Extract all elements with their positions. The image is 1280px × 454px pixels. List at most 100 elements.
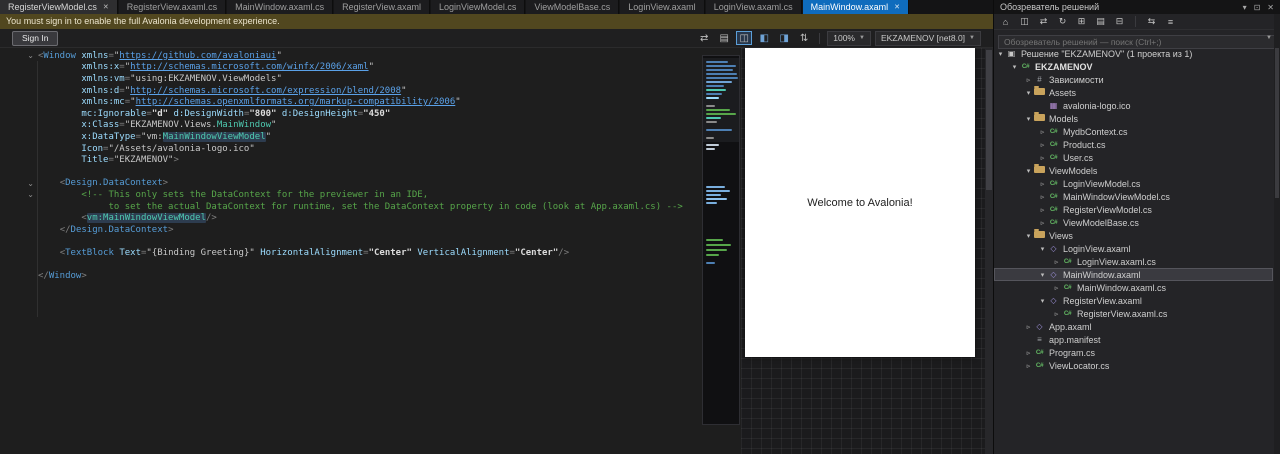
close-icon[interactable]: ✕ (1267, 3, 1274, 12)
tab-loginviewmodel-cs[interactable]: LoginViewModel.cs (431, 0, 526, 14)
document-view-icon[interactable]: ▤ (716, 31, 732, 45)
tab-mainwindow-axaml[interactable]: MainWindow.axaml ✕ (802, 0, 909, 14)
sync-active-document-icon[interactable]: ⇆ (1145, 16, 1158, 27)
code-line[interactable]: xmlns:d="http://schemas.microsoft.com/ex… (0, 85, 700, 97)
swap-panes-icon[interactable]: ⇅ (796, 31, 812, 45)
nest-files-icon[interactable]: ⊞ (1075, 16, 1088, 27)
expanded-arrow-icon[interactable]: ▾ (1038, 297, 1047, 305)
tree-item-ekzamenov[interactable]: ▾ C# EKZAMENOV (994, 60, 1273, 73)
tab-mainwindow-axaml-cs[interactable]: MainWindow.axaml.cs (227, 0, 334, 14)
show-all-files-icon[interactable]: ▤ (1094, 16, 1107, 27)
chevron-down-icon[interactable]: ▼ (1266, 35, 1272, 41)
tree-item-assets[interactable]: ▾ Assets (994, 86, 1273, 99)
collapsed-arrow-icon[interactable]: ▹ (1038, 128, 1047, 136)
fold-arrow-icon[interactable]: ⌄ (0, 51, 38, 60)
code-line[interactable] (0, 166, 700, 178)
expanded-arrow-icon[interactable]: ▾ (1024, 89, 1033, 97)
code-line[interactable] (0, 236, 700, 248)
tree-item-views[interactable]: ▾ Views (994, 229, 1273, 242)
chevron-down-icon[interactable]: ▾ (1243, 3, 1247, 12)
xaml-pane-icon[interactable]: ◨ (776, 31, 792, 45)
collapsed-arrow-icon[interactable]: ▹ (1052, 310, 1061, 318)
collapsed-arrow-icon[interactable]: ▹ (1024, 323, 1033, 331)
code-line[interactable]: Title="EKZAMENOV"> (0, 154, 700, 166)
editor-scrollbar-thumb[interactable] (986, 50, 992, 190)
fold-arrow-icon[interactable]: ⌄ (0, 190, 38, 199)
code-line[interactable]: ⌄ <!-- This only sets the DataContext fo… (0, 189, 700, 201)
panel-scrollbar-thumb[interactable] (1275, 48, 1279, 198)
expanded-arrow-icon[interactable]: ▾ (1024, 167, 1033, 175)
tab-viewmodelbase-cs[interactable]: ViewModelBase.cs (526, 0, 620, 14)
tree-item-loginview-axaml[interactable]: ▾ ◇ LoginView.axaml (994, 242, 1273, 255)
minimap[interactable] (702, 55, 740, 425)
tree-item-mainwindow-axaml-cs[interactable]: ▹ C# MainWindow.axaml.cs (994, 281, 1273, 294)
home-icon[interactable]: ⌂ (999, 17, 1012, 27)
tree-item-registerview-axaml[interactable]: ▾ ◇ RegisterView.axaml (994, 294, 1273, 307)
refresh-icon[interactable]: ↻ (1056, 16, 1069, 27)
code-line[interactable]: x:DataType="vm:MainWindowViewModel" (0, 131, 700, 143)
collapsed-arrow-icon[interactable]: ▹ (1024, 362, 1033, 370)
code-line[interactable]: to set the actual DataContext for runtim… (0, 201, 700, 213)
compare-icon[interactable]: ⇄ (696, 31, 712, 45)
panel-scrollbar[interactable] (1274, 14, 1280, 454)
sync-selection-icon[interactable]: ⇄ (1037, 16, 1050, 27)
tab-loginview-axaml-cs[interactable]: LoginView.axaml.cs (705, 0, 802, 14)
code-line[interactable]: xmlns:mc="http://schemas.openxmlformats.… (0, 96, 700, 108)
preview-window[interactable]: Welcome to Avalonia! (745, 48, 975, 357)
collapse-all-icon[interactable]: ⊟ (1113, 16, 1126, 27)
tree-item-viewmodels[interactable]: ▾ ViewModels (994, 164, 1273, 177)
editor-scrollbar[interactable] (985, 48, 993, 454)
expanded-arrow-icon[interactable]: ▾ (1010, 63, 1019, 71)
code-editor[interactable]: ⌄ <Window xmlns="https://github.com/avalo… (0, 48, 700, 454)
fold-arrow-icon[interactable]: ⌄ (0, 179, 38, 188)
tree-item-app-manifest[interactable]: ≡ app.manifest (994, 333, 1273, 346)
collapsed-arrow-icon[interactable]: ▹ (1038, 154, 1047, 162)
tab-loginview-axaml[interactable]: LoginView.axaml (620, 0, 705, 14)
code-line[interactable]: ⌄ <Window xmlns="https://github.com/avalo… (0, 50, 700, 62)
tree-item-app-axaml[interactable]: ▹ ◇ App.axaml (994, 320, 1273, 333)
expanded-arrow-icon[interactable]: ▾ (1024, 232, 1033, 240)
code-line[interactable]: xmlns:x="http://schemas.microsoft.com/wi… (0, 62, 700, 74)
tree-item-viewmodelbase-cs[interactable]: ▹ C# ViewModelBase.cs (994, 216, 1273, 229)
code-line[interactable]: mc:Ignorable="d" d:DesignWidth="800" d:D… (0, 108, 700, 120)
sign-in-button[interactable]: Sign In (12, 30, 59, 46)
tree-item-registerviewmodel-cs[interactable]: ▹ C# RegisterViewModel.cs (994, 203, 1273, 216)
collapsed-arrow-icon[interactable]: ▹ (1038, 180, 1047, 188)
collapsed-arrow-icon[interactable]: ▹ (1038, 206, 1047, 214)
expanded-arrow-icon[interactable]: ▾ (1024, 115, 1033, 123)
dock-icon[interactable]: ⊡ (1254, 3, 1261, 12)
tree-item-loginviewmodel-cs[interactable]: ▹ C# LoginViewModel.cs (994, 177, 1273, 190)
code-line[interactable]: x:Class="EKZAMENOV.Views.MainWindow" (0, 120, 700, 132)
expanded-arrow-icon[interactable]: ▾ (1038, 245, 1047, 253)
tree-item-mydbcontext-cs[interactable]: ▹ C# MydbContext.cs (994, 125, 1273, 138)
tree-item-avalonia-logo-ico[interactable]: ▦ avalonia-logo.ico (994, 99, 1273, 112)
collapsed-arrow-icon[interactable]: ▹ (1038, 219, 1047, 227)
target-framework-dropdown[interactable]: EKZAMENOV [net8.0] ▼ (874, 30, 981, 46)
tab-close-icon[interactable]: ✕ (894, 3, 900, 11)
code-line[interactable]: </Design.DataContext> (0, 224, 700, 236)
tree-item-user-cs[interactable]: ▹ C# User.cs (994, 151, 1273, 164)
collapsed-arrow-icon[interactable]: ▹ (1038, 193, 1047, 201)
tree-item-product-cs[interactable]: ▹ C# Product.cs (994, 138, 1273, 151)
tab-registerviewmodel-cs[interactable]: RegisterViewModel.cs ✕ (0, 0, 118, 14)
tree-item-program-cs[interactable]: ▹ C# Program.cs (994, 346, 1273, 359)
tree-item-mainwindow-axaml[interactable]: ▾ ◇ MainWindow.axaml (994, 268, 1273, 281)
tree-item-loginview-axaml-cs[interactable]: ▹ C# LoginView.axaml.cs (994, 255, 1273, 268)
collapsed-arrow-icon[interactable]: ▹ (1024, 76, 1033, 84)
code-line[interactable]: <TextBlock Text="{Binding Greeting}" Hor… (0, 247, 700, 259)
zoom-dropdown[interactable]: 100% ▼ (827, 30, 871, 46)
tree-item-models[interactable]: ▾ Models (994, 112, 1273, 125)
switch-views-icon[interactable]: ◫ (1018, 16, 1031, 27)
code-line[interactable] (0, 259, 700, 271)
tree-item-registerview-axaml-cs[interactable]: ▹ C# RegisterView.axaml.cs (994, 307, 1273, 320)
code-line[interactable]: </Window> (0, 270, 700, 282)
collapsed-arrow-icon[interactable]: ▹ (1052, 284, 1061, 292)
split-view-icon[interactable]: ◫ (736, 31, 753, 45)
properties-icon[interactable]: ≡ (1164, 17, 1177, 27)
tree-item-решение-ekzamenov-1-проекта-из-1[interactable]: ▾ ▣ Решение "EKZAMENOV" (1 проекта из 1) (994, 47, 1273, 60)
collapsed-arrow-icon[interactable]: ▹ (1038, 141, 1047, 149)
expanded-arrow-icon[interactable]: ▾ (1038, 271, 1047, 279)
code-line[interactable]: xmlns:vm="using:EKZAMENOV.ViewModels" (0, 73, 700, 85)
code-line[interactable]: Icon="/Assets/avalonia-logo.ico" (0, 143, 700, 155)
code-line[interactable]: ⌄ <Design.DataContext> (0, 178, 700, 190)
